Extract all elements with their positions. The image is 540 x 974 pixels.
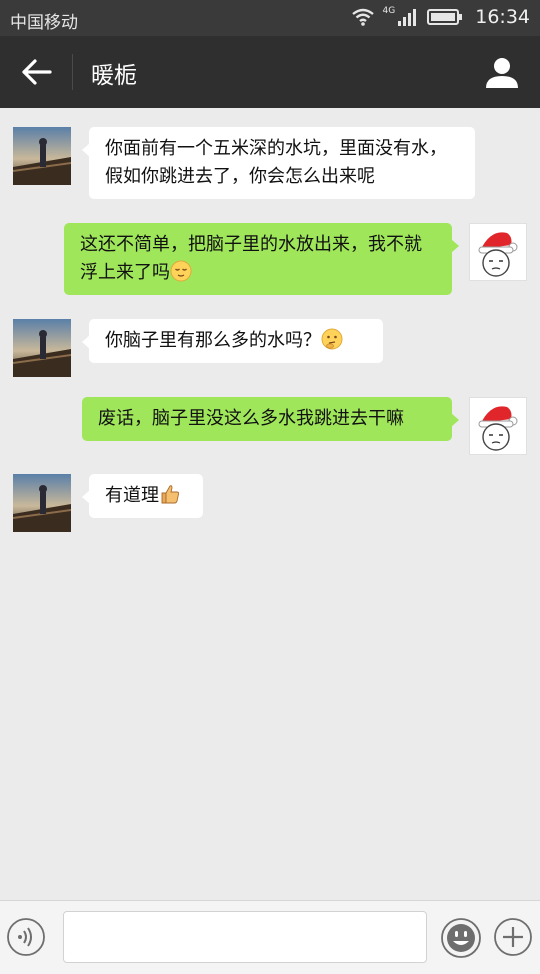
message-text: 这还不简单，把脑子里的水放出来，我不就浮上来了吗 bbox=[80, 234, 422, 283]
contact-avatar[interactable] bbox=[13, 319, 71, 377]
battery-icon bbox=[427, 9, 463, 25]
relieved-face-icon bbox=[170, 260, 192, 282]
message-text: 你脑子里有那么多的水吗？ bbox=[105, 330, 321, 351]
message-text-input[interactable] bbox=[63, 911, 427, 963]
message-bubble-received[interactable]: 有道理 bbox=[82, 474, 203, 518]
message-text: 你面前有一个五米深的水坑，里面没有水，假如你跳进去了，你会怎么出来呢 bbox=[105, 138, 447, 187]
status-bar: 中国移动 4G 16:34 bbox=[0, 0, 540, 36]
message-bubble-sent[interactable]: 这还不简单，把脑子里的水放出来，我不就浮上来了吗 bbox=[64, 223, 459, 295]
santa-hat-face-icon bbox=[478, 406, 518, 451]
message-list: 你面前有一个五米深的水坑，里面没有水，假如你跳进去了，你会怎么出来呢 这还不简单… bbox=[0, 108, 540, 900]
avatar-photo bbox=[13, 474, 71, 532]
arrow-left-icon[interactable] bbox=[20, 56, 54, 88]
message-bubble-received[interactable]: 你面前有一个五米深的水坑，里面没有水，假如你跳进去了，你会怎么出来呢 bbox=[82, 127, 475, 199]
contact-avatar[interactable] bbox=[13, 474, 71, 532]
message-bubble-sent[interactable]: 废话，脑子里没这么多水我跳进去干嘛 bbox=[82, 397, 459, 441]
thumbs-up-icon bbox=[161, 485, 180, 504]
my-avatar[interactable] bbox=[469, 223, 527, 281]
carrier-name: 中国移动 bbox=[10, 13, 78, 33]
header-divider bbox=[72, 54, 73, 90]
smiley-icon[interactable] bbox=[440, 917, 482, 959]
thinking-face-icon bbox=[321, 328, 343, 350]
contact-name: 暖栀 bbox=[91, 63, 137, 89]
contact-avatar[interactable] bbox=[13, 127, 71, 185]
message-text: 有道理 bbox=[105, 485, 159, 506]
message-text: 废话，脑子里没这么多水我跳进去干嘛 bbox=[98, 408, 404, 429]
voice-icon[interactable] bbox=[6, 917, 46, 957]
person-icon[interactable] bbox=[484, 54, 520, 90]
avatar-photo bbox=[13, 127, 71, 185]
santa-hat-face-icon bbox=[478, 232, 518, 277]
network-type-label: 4G bbox=[382, 6, 396, 16]
message-input-bar bbox=[0, 900, 540, 974]
status-indicators: 4G 16:34 bbox=[351, 6, 530, 28]
avatar-photo bbox=[13, 319, 71, 377]
chat-header: 暖栀 bbox=[0, 36, 540, 108]
message-bubble-received[interactable]: 你脑子里有那么多的水吗？ bbox=[82, 319, 383, 363]
my-avatar[interactable] bbox=[469, 397, 527, 455]
plus-icon[interactable] bbox=[493, 917, 533, 957]
wifi-icon bbox=[351, 8, 374, 26]
clock: 16:34 bbox=[475, 6, 530, 28]
signal-icon bbox=[398, 9, 417, 26]
